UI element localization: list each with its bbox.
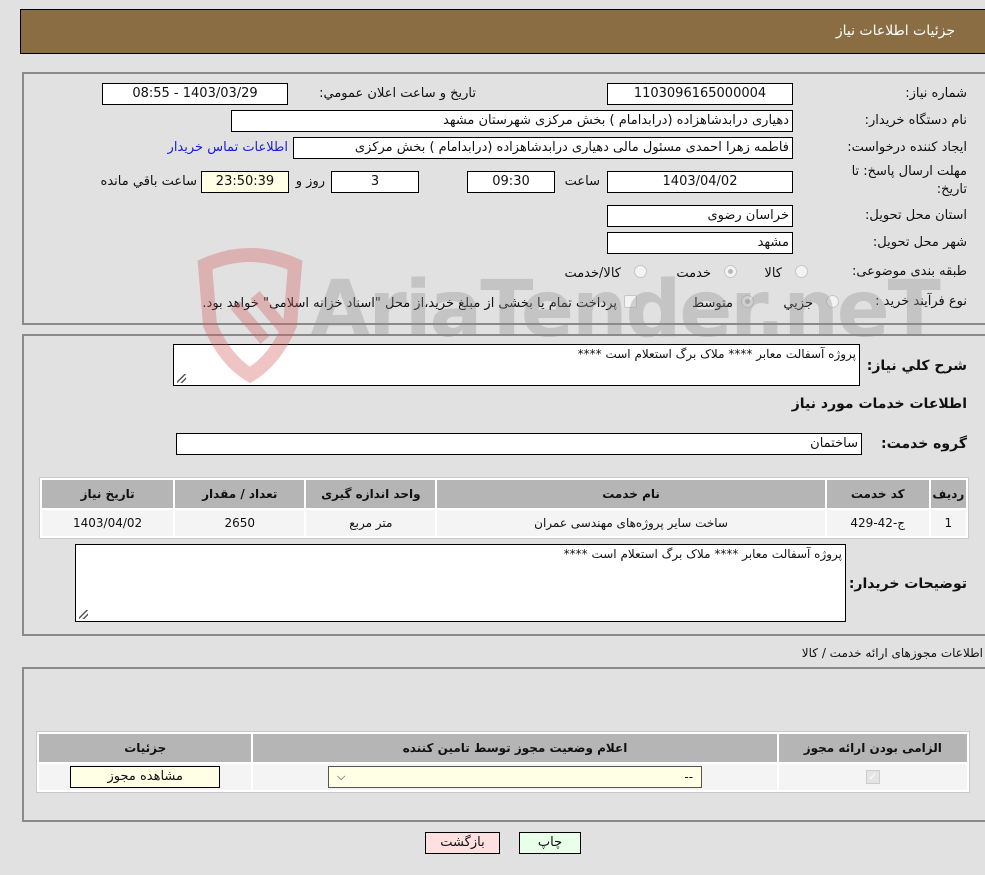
col-unit: واحد اندازه گیری [306, 480, 436, 508]
resize-grip-icon[interactable] [177, 374, 186, 383]
deadline-time-label: ساعت [564, 174, 600, 189]
col-permit-status: اعلام وضعیت مجوز توسط تامین کننده [253, 734, 777, 762]
service-group-field: ساختمان [176, 433, 862, 455]
permit-status-value: -- [684, 770, 694, 784]
remaining-time-field: 23:50:39 [201, 171, 289, 193]
deadline-label-2: تاریخ: [936, 182, 967, 197]
services-table: ردیف کد خدمت نام خدمت واحد اندازه گیری ت… [39, 477, 969, 539]
category-option-goods-service: کالا/خدمت [564, 266, 621, 281]
category-label: طبقه بندی موضوعی: [851, 264, 967, 279]
cell-service-code: ج-42-429 [826, 510, 929, 536]
cell-permit-details: مشاهده مجوز [39, 764, 252, 790]
col-permit-required: الزامی بودن ارائه مجوز [778, 734, 967, 762]
days-label: روز و [295, 174, 325, 189]
page-title: جزئیات اطلاعات نیاز [835, 23, 955, 39]
deadline-date-field: 1403/04/02 [607, 171, 793, 193]
city-label: شهر محل تحویل: [872, 235, 967, 250]
permits-table: الزامی بودن ارائه مجوز اعلام وضعیت مجوز … [36, 731, 970, 793]
need-number-field: 1103096165000004 [607, 83, 793, 105]
process-radio-medium[interactable] [741, 295, 754, 308]
buyer-notes-textarea[interactable]: پروژه آسفالت معابر **** ملاک برگ استعلام… [75, 544, 846, 622]
cell-quantity: 2650 [175, 510, 305, 536]
province-field: خراسان رضوی [607, 205, 793, 227]
category-radio-service[interactable] [724, 265, 737, 278]
process-option-minor: جزیي [783, 296, 813, 311]
buyer-contact-link[interactable]: اطلاعات تماس خریدار [168, 140, 288, 155]
page-header: جزئیات اطلاعات نیاز [20, 9, 985, 54]
category-option-goods: کالا [764, 266, 782, 281]
table-row: ✓ ⌵ -- مشاهده مجوز [39, 764, 967, 790]
buyer-org-field: دهیاری درابدشاهزاده (درابدامام ) بخش مرک… [231, 110, 793, 132]
announce-field: 1403/03/29 - 08:55 [102, 83, 288, 105]
permits-table-header: الزامی بودن ارائه مجوز اعلام وضعیت مجوز … [39, 734, 967, 762]
treasury-note: پرداخت تمام یا بخشی از مبلغ خرید،از محل … [202, 296, 617, 311]
cell-permit-required: ✓ [778, 764, 967, 790]
announce-label: تاریخ و ساعت اعلان عمومي: [319, 86, 476, 101]
cell-need-date: 1403/04/02 [42, 510, 174, 536]
cell-unit: متر مربع [306, 510, 436, 536]
description-text: پروژه آسفالت معابر **** ملاک برگ استعلام… [577, 347, 856, 361]
permit-status-select[interactable]: ⌵ -- [328, 766, 703, 788]
buyer-notes-text: پروژه آسفالت معابر **** ملاک برگ استعلام… [563, 547, 842, 561]
col-permit-details: جزئیات [39, 734, 252, 762]
print-button[interactable]: چاپ [519, 832, 581, 854]
requester-label: ایجاد کننده درخواست: [847, 140, 967, 155]
cell-row: 1 [930, 510, 966, 536]
description-textarea[interactable]: پروژه آسفالت معابر **** ملاک برگ استعلام… [173, 344, 860, 386]
back-button[interactable]: بازگشت [425, 832, 500, 854]
col-service-name: نام خدمت [437, 480, 825, 508]
buyer-notes-label: توضیحات خریدار: [848, 576, 967, 592]
category-radio-goods-service[interactable] [634, 265, 647, 278]
col-service-code: کد خدمت [826, 480, 929, 508]
col-need-date: تاریخ نیاز [42, 480, 174, 508]
cell-service-name: ساخت سایر پروژه‌های مهندسی عمران [437, 510, 825, 536]
description-label: شرح کلي نیاز: [866, 358, 967, 374]
category-option-service: خدمت [676, 266, 711, 281]
services-table-header: ردیف کد خدمت نام خدمت واحد اندازه گیری ت… [42, 480, 966, 508]
process-option-medium: متوسط [692, 296, 733, 311]
need-number-label: شماره نیاز: [905, 86, 967, 101]
col-quantity: تعداد / مقدار [175, 480, 305, 508]
services-title: اطلاعات خدمات مورد نیاز [791, 396, 967, 412]
col-row: ردیف [930, 480, 966, 508]
province-label: استان محل تحویل: [865, 208, 967, 223]
view-permit-button[interactable]: مشاهده مجوز [70, 766, 221, 788]
deadline-time-field: 09:30 [467, 171, 555, 193]
city-field: مشهد [607, 232, 793, 254]
permits-title: اطلاعات مجوزهای ارائه خدمت / کالا [801, 646, 983, 660]
table-row: 1 ج-42-429 ساخت سایر پروژه‌های مهندسی عم… [42, 510, 966, 536]
deadline-label: مهلت ارسال پاسخ: تا [851, 164, 967, 179]
process-radio-minor[interactable] [826, 295, 839, 308]
permit-required-checkbox: ✓ [865, 770, 880, 785]
process-label: نوع فرآیند خرید : [875, 294, 967, 309]
cell-permit-status: ⌵ -- [253, 764, 777, 790]
resize-grip-icon[interactable] [79, 610, 88, 619]
requester-field: فاطمه زهرا احمدی مسئول مالی دهیاری درابد… [293, 137, 793, 159]
category-radio-goods[interactable] [795, 265, 808, 278]
remaining-days-field: 3 [331, 171, 419, 193]
service-group-label: گروه خدمت: [881, 436, 967, 452]
buyer-org-label: نام دستگاه خریدار: [864, 113, 967, 128]
remaining-label: ساعت باقي مانده [100, 174, 197, 189]
treasury-checkbox[interactable] [624, 295, 637, 308]
chevron-down-icon: ⌵ [337, 770, 346, 783]
